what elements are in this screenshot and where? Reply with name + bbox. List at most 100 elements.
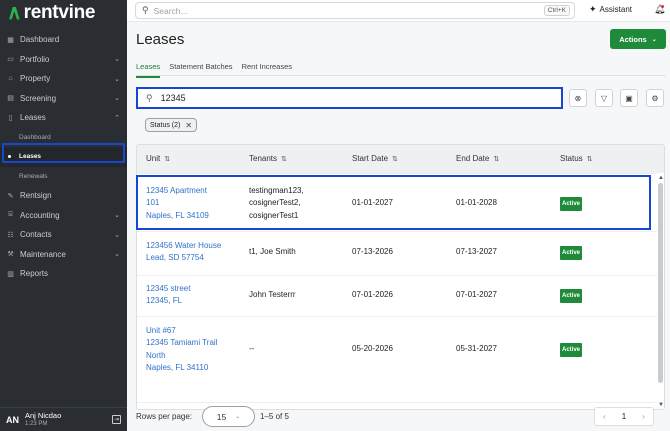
sidebar-item-label: Rentsign bbox=[20, 191, 52, 201]
unit-link[interactable]: 123456 Water House Lead, SD 57754 bbox=[146, 241, 221, 262]
column-header-status[interactable]: Status ⇅ bbox=[560, 154, 593, 163]
unit-line: Naples, FL 34110 bbox=[146, 362, 209, 372]
pagination: ‹ 1 › bbox=[594, 407, 654, 426]
signature-icon: ✎ bbox=[7, 192, 14, 200]
tab-divider bbox=[136, 75, 666, 76]
sidebar-item-property[interactable]: ⌂ Property ⌄ bbox=[0, 69, 127, 89]
close-icon[interactable]: ✕ bbox=[185, 121, 192, 130]
tenant-line: t1, Joe Smith bbox=[249, 247, 296, 256]
save-view-button[interactable]: ▣ bbox=[620, 89, 638, 107]
selection-highlight bbox=[2, 143, 125, 163]
user-profile[interactable]: AN Anj Nicdao 1:23 PM ⇥ bbox=[0, 407, 127, 431]
sidebar-item-label: Property bbox=[20, 74, 51, 84]
sidebar-item-leases[interactable]: ▯ Leases ⌃ bbox=[0, 108, 127, 128]
filter-icon: ▽ bbox=[600, 93, 608, 103]
chevron-right-icon[interactable]: › bbox=[642, 412, 645, 421]
folder-icon: ▭ bbox=[7, 56, 14, 64]
contacts-icon: ☷ bbox=[7, 231, 14, 239]
column-label: Tenants bbox=[249, 154, 278, 163]
pagination-range: 1–5 of 5 bbox=[260, 412, 289, 421]
sidebar-item-portfolio[interactable]: ▭ Portfolio ⌄ bbox=[0, 50, 127, 70]
clipboard-icon: ▤ bbox=[7, 95, 14, 103]
page-number[interactable]: 1 bbox=[622, 412, 626, 421]
sidebar-item-accounting[interactable]: ⌸ Accounting ⌄ bbox=[0, 206, 127, 226]
start-date-cell: 07-13-2026 bbox=[352, 247, 393, 256]
assistant-button[interactable]: ✦ Assistant bbox=[589, 4, 632, 15]
sidebar-item-dashboard[interactable]: ▦ Dashboard bbox=[0, 30, 127, 50]
rows-per-page-select[interactable]: 15 ⌄ bbox=[202, 406, 255, 427]
status-cell: Active bbox=[560, 289, 583, 304]
user-info: Anj Nicdao 1:23 PM bbox=[25, 412, 61, 427]
scroll-up-icon[interactable]: ▲ bbox=[658, 175, 664, 181]
avatar: AN bbox=[6, 414, 19, 425]
chevron-up-icon: ⌃ bbox=[114, 114, 120, 122]
clear-search-button[interactable]: ⊗ bbox=[569, 89, 587, 107]
tenant-line: -- bbox=[249, 344, 255, 353]
table-row[interactable]: 123456 Water House Lead, SD 57754 t1, Joe… bbox=[137, 231, 657, 275]
unit-cell[interactable]: Unit #67 12345 Tamiami Trail North Naples, … bbox=[146, 325, 217, 374]
sparkle-icon: ✦ bbox=[589, 4, 597, 14]
table-row[interactable]: 12345 street 12345, FL John Testerrr 07-0… bbox=[137, 275, 657, 316]
sidebar-item-label: Portfolio bbox=[20, 54, 50, 64]
sort-icon: ⇅ bbox=[493, 155, 500, 163]
column-label: Start Date bbox=[352, 154, 389, 163]
sidebar-subitem-renewals[interactable]: Renewals bbox=[0, 167, 127, 187]
sort-icon: ⇅ bbox=[281, 155, 287, 163]
search-icon: ⚲ bbox=[142, 5, 149, 15]
unit-cell[interactable]: 12345 street 12345, FL bbox=[146, 283, 190, 308]
column-header-start-date[interactable]: Start Date ⇅ bbox=[352, 154, 398, 163]
sidebar-subitem-label: Dashboard bbox=[19, 133, 51, 141]
sidebar-item-label: Accounting bbox=[20, 210, 60, 220]
column-header-end-date[interactable]: End Date ⇅ bbox=[456, 154, 499, 163]
rows-per-page-label: Rows per page: bbox=[136, 412, 193, 421]
search-icon: ⚲ bbox=[146, 92, 153, 103]
dashboard-icon: ▦ bbox=[7, 36, 14, 44]
unit-cell[interactable]: 123456 Water House Lead, SD 57754 bbox=[146, 240, 221, 265]
sidebar-item-contacts[interactable]: ☷ Contacts ⌄ bbox=[0, 225, 127, 245]
sidebar-item-label: Reports bbox=[20, 269, 49, 279]
notification-dot bbox=[661, 5, 664, 8]
lease-search-input[interactable]: ⚲ 12345 bbox=[136, 87, 563, 109]
page-title: Leases bbox=[136, 31, 185, 48]
rentvine-logo-icon: ∧ bbox=[7, 2, 22, 24]
brand-logo[interactable]: ∧ rentvine bbox=[0, 0, 127, 26]
home-icon: ⌂ bbox=[8, 75, 13, 83]
sort-icon: ⇅ bbox=[392, 155, 398, 163]
status-cell: Active bbox=[560, 343, 583, 358]
chevron-left-icon[interactable]: ‹ bbox=[603, 412, 606, 421]
chevron-down-icon: ⌄ bbox=[114, 95, 120, 103]
column-header-tenants[interactable]: Tenants ⇅ bbox=[249, 154, 287, 163]
actions-button[interactable]: Actions ⌄ bbox=[610, 29, 666, 49]
search-value: 12345 bbox=[160, 93, 186, 103]
status-filter-chip[interactable]: Status (2) ✕ bbox=[145, 118, 198, 132]
chip-label: Status (2) bbox=[150, 121, 181, 129]
chevron-down-icon: ⌄ bbox=[114, 212, 120, 220]
table-scrollbar[interactable]: ▲ ▼ bbox=[657, 173, 664, 409]
unit-line: 12345 Tamiami Trail bbox=[146, 338, 218, 348]
sidebar-item-reports[interactable]: ▥ Reports bbox=[0, 264, 127, 284]
circle-x-icon: ⊗ bbox=[574, 93, 582, 103]
column-header-unit[interactable]: Unit ⇅ bbox=[146, 154, 170, 163]
column-label: Unit bbox=[146, 154, 161, 163]
sidebar-item-screening[interactable]: ▤ Screening ⌄ bbox=[0, 89, 127, 109]
logout-icon[interactable]: ⇥ bbox=[112, 415, 121, 424]
unit-link[interactable]: Unit #67 12345 Tamiami Trail North Naples, … bbox=[146, 326, 217, 372]
sidebar-item-maintenance[interactable]: ⚒ Maintenance ⌄ bbox=[0, 245, 127, 265]
chevron-down-icon: ⌄ bbox=[114, 251, 120, 259]
status-badge: Active bbox=[560, 246, 583, 261]
unit-line: 123456 Water House bbox=[146, 241, 222, 250]
row-selection-highlight bbox=[136, 175, 651, 230]
status-badge: Active bbox=[560, 289, 583, 304]
top-bar: ⚲ Search... Ctrl+K ✦ Assistant 🔔︎ bbox=[127, 0, 670, 22]
global-search-input[interactable]: ⚲ Search... Ctrl+K bbox=[135, 2, 575, 19]
scrollbar-thumb[interactable] bbox=[658, 183, 663, 383]
unit-link[interactable]: 12345 street 12345, FL bbox=[146, 284, 190, 305]
table-row[interactable]: Unit #67 12345 Tamiami Trail North Naples, … bbox=[137, 316, 657, 380]
status-badge: Active bbox=[560, 343, 583, 358]
search-placeholder: Search... bbox=[153, 5, 188, 16]
sidebar-item-rentsign[interactable]: ✎ Rentsign bbox=[0, 186, 127, 206]
filter-button[interactable]: ▽ bbox=[595, 89, 613, 107]
settings-button[interactable]: ⚙ bbox=[646, 89, 664, 107]
sidebar: ∧ rentvine ▦ Dashboard ▭ Portfolio ⌄ ⌂ P… bbox=[0, 0, 127, 431]
unit-line: Unit #67 bbox=[146, 326, 176, 335]
